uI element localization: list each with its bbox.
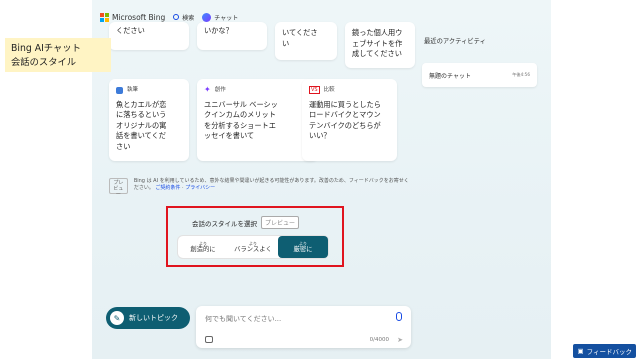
style-option-balanced[interactable]: より バランスよく	[228, 236, 278, 258]
conversation-style-title: 会話のスタイルを選択	[192, 219, 257, 228]
char-counter: 0/4000	[369, 337, 389, 343]
card-category: 執筆	[116, 85, 182, 96]
suggestion-card-partial-3[interactable]: いてくださ い	[275, 22, 337, 60]
card-line: テンバイクのどちらが	[309, 120, 381, 130]
microphone-icon[interactable]	[396, 312, 402, 321]
recent-activity-item[interactable]: 無題のチャット 午後4:56	[422, 63, 537, 87]
style-option-precise[interactable]: より 厳密に	[278, 236, 328, 258]
card-line: オリジナルの寓	[116, 120, 167, 130]
suggestion-card-creative[interactable]: ✦ 創作 ユニバーサル ベーシッ クインカムのメリット を分析するショートエ ッ…	[197, 79, 318, 161]
suggestion-card-partial-1[interactable]: ください	[109, 22, 189, 50]
style-option-creative[interactable]: より 創造的に	[178, 236, 228, 258]
feedback-label: フィードバック	[586, 348, 632, 356]
search-icon	[173, 14, 180, 20]
tab-search-label: 検索	[182, 14, 195, 22]
style-option-label: 創造的に	[190, 245, 216, 253]
card-category: ✦ 創作	[204, 85, 311, 96]
brand-name: Microsoft Bing	[112, 12, 166, 22]
conversation-style-highlight: 会話のスタイルを選択 プレビュー より 創造的に より バランスよく より 厳密…	[166, 206, 344, 267]
card-line: を分析するショートエ	[204, 120, 276, 130]
new-topic-icon: ✎	[110, 311, 124, 325]
card-category: VS 比較	[309, 85, 390, 96]
tab-search[interactable]: 検索	[173, 13, 194, 22]
card-line: ロードバイクとマウン	[309, 110, 381, 119]
chat-input-box[interactable]: 何でも聞いてください... 0/4000 ➤	[196, 306, 411, 348]
privacy-link[interactable]: プライバシー	[185, 185, 215, 191]
microsoft-logo-icon	[100, 12, 109, 22]
suggestion-card-writing[interactable]: 執筆 魚とカエルが恋 に落ちるという オリジナルの寓 話を書いてくだ さい	[109, 79, 189, 161]
bing-chat-page: Microsoft Bing 検索 チャット ください いかな？ いてくださ い…	[92, 0, 551, 359]
writing-icon	[116, 86, 123, 94]
feedback-icon: ▣	[577, 347, 584, 355]
card-line: に落ちるという	[116, 110, 167, 119]
card-line: クインカムのメリット	[204, 110, 276, 119]
card-text: いてくださ	[282, 28, 318, 37]
terms-link[interactable]: ご契約条件	[155, 185, 180, 191]
new-topic-button[interactable]: ✎ 新しいトピック	[106, 307, 190, 329]
suggestion-card-partial-4[interactable]: 鏡った個人用ウ ェブサイトを作 成してください	[345, 22, 415, 68]
card-text: ェブサイトを作	[352, 38, 403, 48]
right-margin	[551, 0, 639, 359]
recent-activity-title: 最近のアクティビティ	[424, 38, 486, 45]
feedback-button[interactable]: ▣ フィードバック	[573, 344, 636, 358]
card-text: い	[282, 38, 290, 48]
conversation-style-selector: より 創造的に より バランスよく より 厳密に	[178, 236, 328, 258]
card-line: いい？	[309, 131, 331, 140]
annotation-label: Bing AIチャット 会話のスタイル	[5, 38, 111, 72]
notice-body: Bing は AI を利用しているため、意外な結果や間違いが起きる可能性がありま…	[134, 178, 409, 194]
notice-separator: ·	[182, 185, 184, 191]
new-topic-label: 新しいトピック	[129, 314, 178, 322]
card-line: 魚とカエルが恋	[116, 99, 167, 109]
card-line: ッセイを書いて	[204, 131, 255, 140]
send-icon[interactable]: ➤	[397, 336, 403, 344]
annotation-line-1: Bing AIチャット	[11, 43, 81, 54]
card-line: 運動用に買うとしたら	[309, 99, 381, 109]
suggestion-card-compare[interactable]: VS 比較 運動用に買うとしたら ロードバイクとマウン テンバイクのどちらが い…	[302, 79, 397, 161]
card-text: ください	[116, 26, 145, 35]
card-text: 成してください	[352, 49, 402, 58]
style-option-label: バランスよく	[234, 245, 272, 253]
conversation-style-preview-badge: プレビュー	[261, 216, 300, 229]
style-option-label: 厳密に	[293, 245, 313, 253]
recent-activity-item-title: 無題のチャット	[429, 72, 471, 80]
card-line: ユニバーサル ベーシッ	[204, 99, 278, 109]
tab-chat-label: チャット	[214, 14, 239, 22]
suggestion-card-partial-2[interactable]: いかな？	[197, 22, 267, 50]
brand-logo[interactable]: Microsoft Bing	[100, 12, 166, 22]
card-category-label: 比較	[323, 87, 335, 93]
card-category-label: 創作	[214, 87, 226, 93]
conversation-style-header: 会話のスタイルを選択 プレビュー	[192, 216, 300, 229]
chat-icon	[202, 12, 212, 22]
sparkle-icon: ✦	[204, 85, 211, 94]
card-text: 鏡った個人用ウ	[352, 28, 403, 37]
preview-notice: プレビュー Bing は AI を利用しているため、意外な結果や間違いが起きる可…	[109, 178, 409, 198]
image-input-icon[interactable]	[205, 336, 213, 343]
card-category-label: 執筆	[127, 87, 139, 93]
chat-input-placeholder[interactable]: 何でも聞いてください...	[205, 314, 281, 324]
compare-icon: VS	[309, 86, 320, 95]
card-text: いかな？	[204, 26, 233, 35]
tab-chat[interactable]: チャット	[202, 12, 239, 26]
recent-activity-item-time: 午後4:56	[512, 72, 530, 77]
card-line: 話を書いてくだ	[116, 131, 166, 140]
preview-badge: プレビュー	[109, 178, 128, 198]
annotation-line-2: 会話のスタイル	[11, 57, 77, 68]
card-line: さい	[116, 141, 131, 151]
